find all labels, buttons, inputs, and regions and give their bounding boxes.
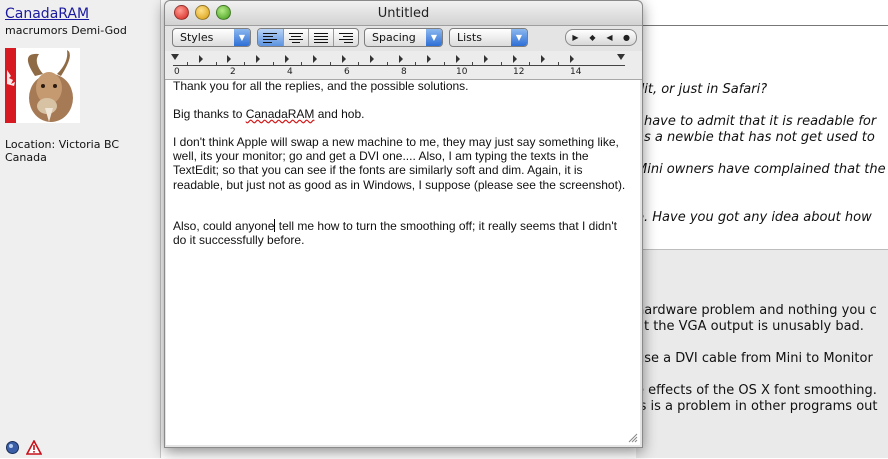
popup-arrows-icon: ▼ [234,29,250,46]
report-post-icon[interactable] [25,439,43,455]
tab-stop-marker[interactable] [256,55,260,63]
window-title: Untitled [377,6,430,21]
right-tab-stop-icon[interactable]: ◀ [601,30,618,45]
document-paragraph: Big thanks to CanadaRAM and hob. [173,107,365,121]
popup-arrows-icon: ▼ [426,29,442,46]
reply-text-line: is is a problem in other programs out [636,399,878,414]
quoted-text-line: e. Have you got any idea about how [636,210,872,225]
document-paragraph: Thank you for all the replies, and the p… [173,80,469,93]
tab-stop-marker[interactable] [285,55,289,63]
misspelled-word[interactable]: CanadaRAM [246,107,315,121]
align-right-button[interactable] [333,29,358,46]
popup-arrows-icon: ▼ [511,29,527,46]
textedit-window: Untitled Styles ▼ Spacing ▼ Lists ▼ ▶ ◆ … [164,0,643,448]
alignment-segmented-control [257,28,359,47]
window-titlebar[interactable]: Untitled [165,1,642,26]
document-paragraph: I don't think Apple will swap a new mach… [173,135,626,192]
spacing-popup[interactable]: Spacing ▼ [364,28,443,47]
lists-popup[interactable]: Lists ▼ [449,28,528,47]
reply-text-line: hardware problem and nothing you c [636,303,877,318]
left-indent-marker[interactable] [171,54,179,60]
ruler[interactable]: 0 2 4 6 8 10 12 14 [165,51,642,80]
decimal-tab-stop-icon[interactable]: ● [618,30,635,45]
align-left-button[interactable] [258,29,283,46]
tab-stop-marker[interactable] [227,55,231,63]
styles-popup-label: Styles [180,31,214,44]
poster-location: Location: Victoria BC Canada [5,138,120,164]
tab-stop-marker[interactable] [484,55,488,63]
online-status-icon[interactable] [5,440,20,455]
align-justify-button[interactable] [308,29,334,46]
ruler-label: 4 [287,67,293,77]
quoted-text-line: Mini owners have complained that the [636,162,886,177]
spacing-popup-label: Spacing [372,31,416,44]
ruler-label: 2 [230,67,236,77]
quoted-text-line: as a newbie that has not get used to [636,130,875,145]
poster-user-title: macrumors Demi-God [5,24,127,37]
ruler-label: 6 [344,67,350,77]
ruler-label: 8 [401,67,407,77]
poster-username-link[interactable]: CanadaRAM [5,6,89,22]
quoted-text-line: dit, or just in Safari? [636,82,768,97]
styles-popup[interactable]: Styles ▼ [172,28,251,47]
post-header-divider [640,25,888,26]
align-center-button[interactable] [283,29,309,46]
ruler-label: 12 [513,67,525,77]
quoted-text-line: I have to admit that it is readable for [636,114,877,129]
left-tab-stop-icon[interactable]: ▶ [567,30,584,45]
reply-text-line: e effects of the OS X font smoothing. [636,383,877,398]
document-text-area[interactable]: Thank you for all the replies, and the p… [166,80,640,445]
poster-avatar[interactable] [5,48,80,123]
poster-sidebar: CanadaRAM macrumors Demi-God Location: V… [0,0,161,458]
lists-popup-label: Lists [457,31,482,44]
ruler-label: 0 [174,67,180,77]
tab-stop-marker[interactable] [399,55,403,63]
reply-text-line: use a DVI cable from Mini to Monitor [636,351,873,366]
center-tab-stop-icon[interactable]: ◆ [584,30,601,45]
reply-text-line: at the VGA output is unusably bad. [636,319,864,334]
tab-stops-control: ▶ ◆ ◀ ● [565,29,637,46]
document-paragraph: Also, could anyone tell me how to turn t… [173,219,617,248]
tab-stop-marker[interactable] [313,55,317,63]
format-toolbar: Styles ▼ Spacing ▼ Lists ▼ ▶ ◆ ◀ ● [165,26,642,50]
tab-stop-marker[interactable] [370,55,374,63]
tab-stop-marker[interactable] [427,55,431,63]
tab-stop-marker[interactable] [199,55,203,63]
ruler-label: 10 [456,67,468,77]
tab-stop-marker[interactable] [541,55,545,63]
tab-stop-marker[interactable] [513,55,517,63]
ruler-label: 14 [570,67,582,77]
tab-stop-marker[interactable] [456,55,460,63]
resize-grip-icon[interactable] [627,432,638,443]
right-margin-marker[interactable] [617,54,625,60]
tab-stop-marker[interactable] [342,55,346,63]
tab-stop-marker[interactable] [570,55,574,63]
